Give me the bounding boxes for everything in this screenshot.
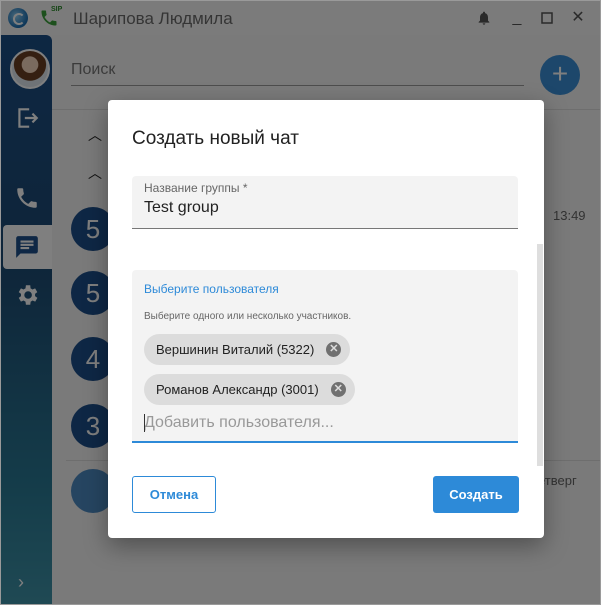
remove-chip-icon[interactable]: ✕: [330, 382, 346, 397]
user-chip[interactable]: Вершинин Виталий (5322) ✕: [144, 334, 351, 365]
user-chip-label: Вершинин Виталий (5322): [156, 342, 315, 357]
user-select-label: Выберите пользователя: [144, 282, 279, 296]
user-select-field[interactable]: Выберите пользователя Выберите одного ил…: [132, 270, 518, 443]
cancel-button[interactable]: Отмена: [132, 476, 216, 513]
group-name-value[interactable]: Test group: [144, 199, 219, 217]
dialog-title: Создать новый чат: [132, 128, 299, 149]
user-chip-label: Романов Александр (3001): [156, 382, 319, 397]
add-user-input[interactable]: [144, 412, 504, 434]
user-select-hint: Выберите одного или несколько участников…: [144, 311, 352, 322]
remove-chip-icon[interactable]: ✕: [326, 342, 342, 357]
dialog-scrollbar[interactable]: [537, 244, 543, 466]
user-chip[interactable]: Романов Александр (3001) ✕: [144, 374, 355, 405]
create-chat-dialog: Создать новый чат Название группы * Test…: [108, 100, 544, 538]
group-name-field[interactable]: Название группы * Test group: [132, 176, 518, 229]
group-name-label: Название группы *: [144, 181, 248, 195]
text-caret: [144, 414, 145, 432]
create-button[interactable]: Создать: [433, 476, 519, 513]
app-window: SIP Шарипова Людмила _ ✕ › Поиск +: [0, 0, 601, 605]
